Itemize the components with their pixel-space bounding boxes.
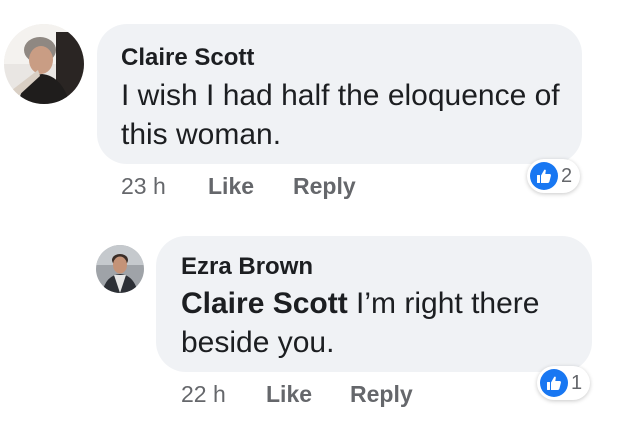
reaction-summary[interactable]: 1 [537,366,591,400]
reply-link[interactable]: Reply [350,381,413,408]
avatar-photo-icon [4,24,84,104]
comment-text: Claire Scott I’m right there beside you. [181,284,581,362]
reaction-summary[interactable]: 2 [527,159,581,193]
reaction-count: 2 [561,164,573,187]
comment-text: I wish I had half the eloquence of this … [121,79,560,151]
like-link[interactable]: Like [208,173,254,200]
thumbs-up-icon [540,369,568,397]
comment-author-name[interactable]: Ezra Brown [181,253,313,281]
reaction-count: 1 [571,371,583,394]
avatar-claire-scott[interactable] [4,24,84,104]
comment-author-name[interactable]: Claire Scott [121,44,254,72]
avatar-photo-icon [96,245,144,293]
reply-link[interactable]: Reply [293,173,356,200]
thumbs-up-icon [530,162,558,190]
avatar-ezra-brown[interactable] [96,245,144,293]
like-link[interactable]: Like [266,381,312,408]
mention-link[interactable]: Claire Scott [181,287,348,320]
comment-timestamp[interactable]: 22 h [181,381,226,408]
comment-timestamp[interactable]: 23 h [121,173,166,200]
